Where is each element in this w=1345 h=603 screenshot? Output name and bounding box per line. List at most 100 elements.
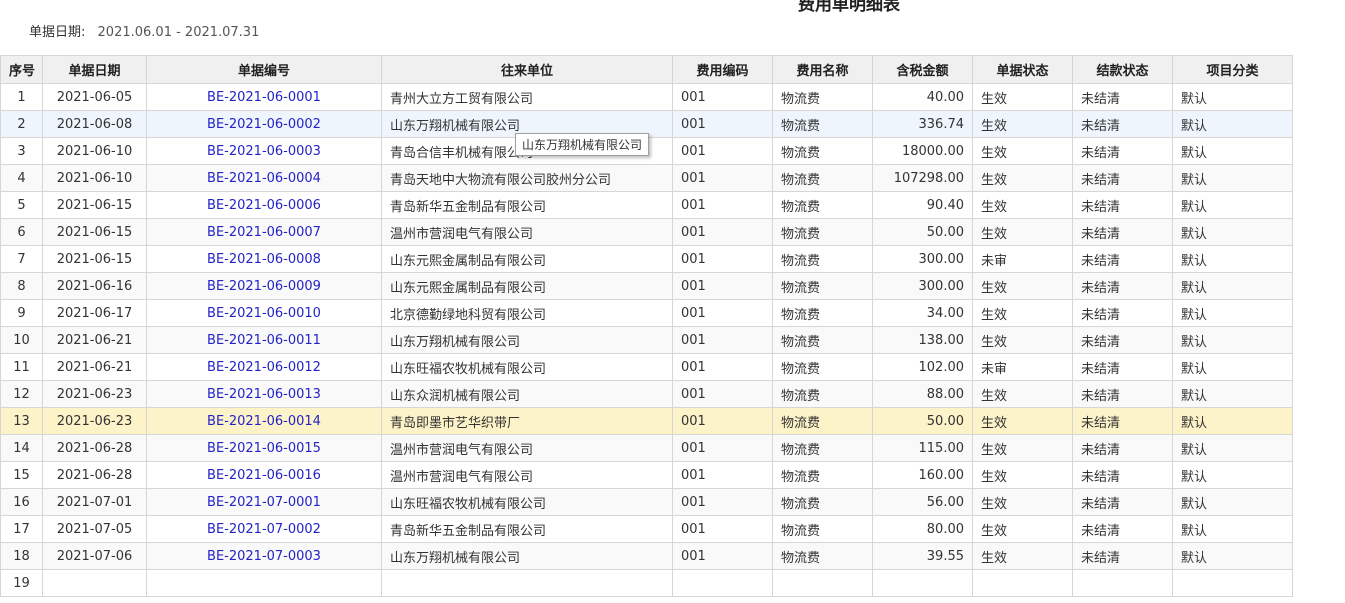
- cell-doc-no-link[interactable]: BE-2021-06-0011: [146, 326, 382, 354]
- table-row[interactable]: 13 2021-06-23 BE-2021-06-0014 青岛即墨市艺华织带厂 001…: [0, 407, 1293, 435]
- table-row[interactable]: 5 2021-06-15 BE-2021-06-0006 青岛新华五金制品有限公司 00…: [0, 191, 1293, 219]
- cell-category: 默认: [1172, 191, 1293, 219]
- col-header-partner[interactable]: 往来单位: [381, 55, 673, 84]
- cell-doc-status: 未审: [972, 245, 1073, 273]
- cell-seq: 3: [0, 137, 43, 165]
- cell-seq: 19: [0, 569, 43, 597]
- cell-fee-code: 001: [672, 272, 773, 300]
- cell-date: 2021-06-15: [42, 218, 147, 246]
- cell-doc-status: 生效: [972, 299, 1073, 327]
- cell-seq: 6: [0, 218, 43, 246]
- cell-doc-no-link[interactable]: BE-2021-07-0003: [146, 542, 382, 570]
- cell-category: 默认: [1172, 164, 1293, 192]
- cell-seq: 10: [0, 326, 43, 354]
- cell-fee-code: 001: [672, 191, 773, 219]
- table-row[interactable]: 9 2021-06-17 BE-2021-06-0010 北京德勤绿地科贸有限公司 00…: [0, 299, 1293, 327]
- cell-doc-no-link[interactable]: BE-2021-06-0002: [146, 110, 382, 138]
- cell-seq: 16: [0, 488, 43, 516]
- cell-fee-name: 物流费: [772, 488, 873, 516]
- cell-settle-status: 未结清: [1072, 110, 1173, 138]
- cell-fee-name: 物流费: [772, 110, 873, 138]
- cell-category: 默认: [1172, 218, 1293, 246]
- table-row[interactable]: 6 2021-06-15 BE-2021-06-0007 温州市营润电气有限公司 001…: [0, 218, 1293, 246]
- cell-fee-code: [672, 569, 773, 597]
- cell-doc-no-link[interactable]: BE-2021-06-0016: [146, 461, 382, 489]
- cell-partner: 山东万翔机械有限公司: [381, 542, 673, 570]
- col-header-amount[interactable]: 含税金额: [872, 55, 973, 84]
- cell-amount: 18000.00: [872, 137, 973, 165]
- cell-seq: 12: [0, 380, 43, 408]
- cell-fee-name: 物流费: [772, 299, 873, 327]
- cell-doc-no-link[interactable]: BE-2021-06-0001: [146, 83, 382, 111]
- cell-partner: [381, 569, 673, 597]
- cell-doc-no-link[interactable]: BE-2021-06-0015: [146, 434, 382, 462]
- cell-category: 默认: [1172, 434, 1293, 462]
- cell-amount: 102.00: [872, 353, 973, 381]
- cell-doc-no-link[interactable]: BE-2021-06-0010: [146, 299, 382, 327]
- cell-fee-name: 物流费: [772, 542, 873, 570]
- cell-partner: 青岛即墨市艺华织带厂: [381, 407, 673, 435]
- col-header-seq[interactable]: 序号: [0, 55, 43, 84]
- table-row[interactable]: 15 2021-06-28 BE-2021-06-0016 温州市营润电气有限公司 00…: [0, 461, 1293, 489]
- cell-doc-status: 未审: [972, 353, 1073, 381]
- col-header-settle-status[interactable]: 结款状态: [1072, 55, 1173, 84]
- cell-fee-code: 001: [672, 137, 773, 165]
- col-header-category[interactable]: 项目分类: [1172, 55, 1293, 84]
- cell-date: 2021-06-15: [42, 191, 147, 219]
- cell-doc-no-link[interactable]: BE-2021-06-0003: [146, 137, 382, 165]
- cell-doc-status: 生效: [972, 542, 1073, 570]
- cell-doc-no-link[interactable]: BE-2021-07-0001: [146, 488, 382, 516]
- cell-settle-status: 未结清: [1072, 191, 1173, 219]
- cell-settle-status: 未结清: [1072, 380, 1173, 408]
- table-row[interactable]: 14 2021-06-28 BE-2021-06-0015 温州市营润电气有限公司 00…: [0, 434, 1293, 462]
- cell-settle-status: 未结清: [1072, 164, 1173, 192]
- cell-category: 默认: [1172, 380, 1293, 408]
- cell-doc-no-link[interactable]: BE-2021-07-0002: [146, 515, 382, 543]
- table-row[interactable]: 12 2021-06-23 BE-2021-06-0013 山东众润机械有限公司 001…: [0, 380, 1293, 408]
- table-row[interactable]: 17 2021-07-05 BE-2021-07-0002 青岛新华五金制品有限公司 0…: [0, 515, 1293, 543]
- cell-settle-status: 未结清: [1072, 137, 1173, 165]
- cell-settle-status: [1072, 569, 1173, 597]
- cell-fee-code: 001: [672, 83, 773, 111]
- cell-fee-name: 物流费: [772, 461, 873, 489]
- cell-amount: 56.00: [872, 488, 973, 516]
- cell-date: 2021-06-17: [42, 299, 147, 327]
- cell-doc-status: 生效: [972, 137, 1073, 165]
- table-row[interactable]: 8 2021-06-16 BE-2021-06-0009 山东元熙金属制品有限公司 00…: [0, 272, 1293, 300]
- col-header-doc-no[interactable]: 单据编号: [146, 55, 382, 84]
- cell-fee-name: 物流费: [772, 137, 873, 165]
- cell-doc-no-link[interactable]: BE-2021-06-0014: [146, 407, 382, 435]
- cell-amount: 34.00: [872, 299, 973, 327]
- cell-doc-no-link[interactable]: BE-2021-06-0013: [146, 380, 382, 408]
- cell-fee-code: 001: [672, 434, 773, 462]
- cell-doc-no-link[interactable]: BE-2021-06-0012: [146, 353, 382, 381]
- table-row[interactable]: 18 2021-07-06 BE-2021-07-0003 山东万翔机械有限公司 001…: [0, 542, 1293, 570]
- col-header-fee-code[interactable]: 费用编码: [672, 55, 773, 84]
- cell-partner: 山东万翔机械有限公司: [381, 326, 673, 354]
- col-header-date[interactable]: 单据日期: [42, 55, 147, 84]
- cell-doc-no-link[interactable]: BE-2021-06-0004: [146, 164, 382, 192]
- col-header-doc-status[interactable]: 单据状态: [972, 55, 1073, 84]
- cell-settle-status: 未结清: [1072, 218, 1173, 246]
- cell-doc-no-link[interactable]: BE-2021-06-0006: [146, 191, 382, 219]
- cell-fee-name: [772, 569, 873, 597]
- col-header-fee-name[interactable]: 费用名称: [772, 55, 873, 84]
- cell-category: 默认: [1172, 299, 1293, 327]
- cell-doc-no-link[interactable]: [146, 569, 382, 597]
- cell-doc-status: 生效: [972, 191, 1073, 219]
- cell-seq: 11: [0, 353, 43, 381]
- cell-doc-no-link[interactable]: BE-2021-06-0007: [146, 218, 382, 246]
- date-range-value: 2021.06.01 - 2021.07.31: [97, 25, 260, 40]
- table-row[interactable]: 4 2021-06-10 BE-2021-06-0004 青岛天地中大物流有限公司胶州…: [0, 164, 1293, 192]
- table-row[interactable]: 1 2021-06-05 BE-2021-06-0001 青州大立方工贸有限公司 001…: [0, 83, 1293, 111]
- cell-doc-no-link[interactable]: BE-2021-06-0008: [146, 245, 382, 273]
- cell-doc-no-link[interactable]: BE-2021-06-0009: [146, 272, 382, 300]
- table-row[interactable]: 10 2021-06-21 BE-2021-06-0011 山东万翔机械有限公司 001…: [0, 326, 1293, 354]
- table-body: 1 2021-06-05 BE-2021-06-0001 青州大立方工贸有限公司 001…: [0, 83, 1293, 597]
- table-row[interactable]: 7 2021-06-15 BE-2021-06-0008 山东元熙金属制品有限公司 00…: [0, 245, 1293, 273]
- table-row[interactable]: 19: [0, 569, 1293, 597]
- cell-settle-status: 未结清: [1072, 245, 1173, 273]
- table-row[interactable]: 11 2021-06-21 BE-2021-06-0012 山东旺福农牧机械有限公司 0…: [0, 353, 1293, 381]
- table-row[interactable]: 16 2021-07-01 BE-2021-07-0001 山东旺福农牧机械有限公司 0…: [0, 488, 1293, 516]
- cell-category: 默认: [1172, 326, 1293, 354]
